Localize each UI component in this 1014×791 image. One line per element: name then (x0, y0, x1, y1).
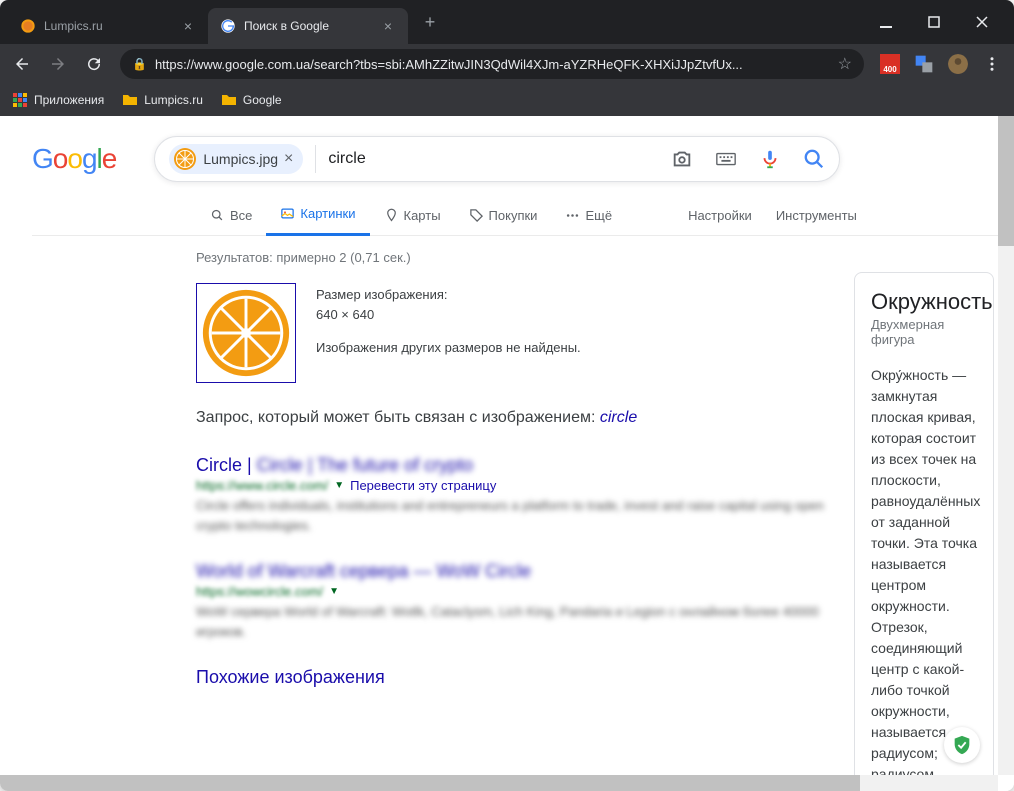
search-small-icon (210, 208, 225, 223)
similar-images-heading[interactable]: Похожие изображения (196, 667, 836, 688)
camera-icon[interactable] (671, 148, 693, 170)
close-button[interactable] (970, 10, 994, 34)
more-icon (565, 208, 580, 223)
maximize-button[interactable] (922, 10, 946, 34)
maps-icon (384, 208, 399, 223)
tab-label: Ещё (585, 208, 612, 223)
dropdown-icon[interactable]: ▼ (334, 480, 344, 491)
image-chip[interactable]: Lumpics.jpg × (169, 144, 303, 174)
url-box[interactable]: 🔒 https://www.google.com.ua/search?tbs=s… (120, 49, 864, 79)
dropdown-icon[interactable]: ▼ (329, 586, 339, 597)
apps-icon (12, 92, 28, 108)
titlebar: Lumpics.ru × Поиск в Google × + (0, 0, 1014, 44)
tab-all[interactable]: Все (196, 196, 266, 235)
google-icon (220, 18, 236, 34)
reload-button[interactable] (84, 54, 104, 74)
close-icon[interactable]: × (180, 18, 196, 34)
extension-icons: 400 (880, 54, 1002, 74)
shield-icon (951, 734, 973, 756)
search-tabs: Все Картинки Карты Покупки Ещё (196, 194, 1014, 236)
tab-label: Картинки (300, 206, 355, 221)
search-input[interactable] (328, 150, 671, 168)
search-result: World of Warcraft сервера — WoW Circle h… (196, 561, 836, 641)
new-tab-button[interactable]: + (416, 8, 444, 36)
chip-remove-icon[interactable]: × (284, 150, 293, 168)
translate-link[interactable]: Перевести эту страницу (350, 478, 496, 493)
bookmark-label: Lumpics.ru (144, 93, 203, 107)
close-icon[interactable]: × (380, 18, 396, 34)
query-term-link[interactable]: circle (600, 409, 637, 426)
vertical-scrollbar[interactable] (998, 116, 1014, 775)
bookmark-label: Google (243, 93, 282, 107)
tab-shopping[interactable]: Покупки (455, 196, 552, 235)
tab-images[interactable]: Картинки (266, 194, 369, 236)
tab-label: Покупки (489, 208, 538, 223)
apps-bookmark[interactable]: Приложения (12, 92, 104, 108)
folder-icon (122, 92, 138, 108)
tab-label: Все (230, 208, 252, 223)
images-icon (280, 206, 295, 221)
search-result: Circle | Circle | The future of crypto h… (196, 455, 836, 535)
knowledge-panel: Окружность Двухмерная фигура Окру́жность… (854, 272, 994, 791)
tools-link[interactable]: Инструменты (776, 196, 857, 235)
result-url: https://www.circle.com/ (196, 478, 328, 493)
tab-label: Карты (404, 208, 441, 223)
minimize-button[interactable] (874, 10, 898, 34)
divider (315, 145, 316, 173)
search-box[interactable]: Lumpics.jpg × (154, 136, 840, 182)
query-suggestion: Запрос, который может быть связан с изоб… (196, 409, 836, 427)
settings-link[interactable]: Настройки (688, 196, 752, 235)
separator (32, 235, 1014, 236)
forward-button[interactable] (48, 54, 68, 74)
star-icon[interactable]: ☆ (838, 54, 852, 74)
no-other-sizes: Изображения других размеров не найдены. (316, 338, 581, 358)
horizontal-scrollbar[interactable] (0, 775, 998, 791)
tab-more[interactable]: Ещё (551, 196, 626, 235)
result-url: https://wowcircle.com/ (196, 584, 323, 599)
google-bookmark[interactable]: Google (221, 92, 282, 108)
tab-maps[interactable]: Карты (370, 196, 455, 235)
window-controls (874, 10, 1006, 34)
source-image-result: Размер изображения: 640 × 640 Изображени… (196, 283, 836, 383)
tab-title: Lumpics.ru (44, 19, 180, 33)
bookmark-label: Приложения (34, 93, 104, 107)
result-description: Circle offers individuals, institutions … (196, 496, 836, 535)
scrollbar-thumb[interactable] (998, 116, 1014, 246)
extension-badge[interactable]: 400 (880, 54, 900, 74)
address-bar: 🔒 https://www.google.com.ua/search?tbs=s… (0, 44, 1014, 84)
result-stats: Результатов: примерно 2 (0,71 сек.) (196, 250, 836, 265)
kp-title: Окружность (871, 289, 977, 315)
kp-subtitle: Двухмерная фигура (871, 317, 977, 347)
search-icon[interactable] (803, 148, 825, 170)
lock-icon: 🔒 (132, 57, 147, 71)
tag-icon (469, 208, 484, 223)
result-title[interactable]: Circle | Circle | The future of crypto (196, 455, 836, 476)
image-size-value: 640 × 640 (316, 305, 581, 325)
translate-extension-icon[interactable] (914, 54, 934, 74)
image-size-label: Размер изображения: (316, 285, 581, 305)
google-logo[interactable]: Google (32, 143, 116, 175)
profile-avatar[interactable] (948, 54, 968, 74)
orange-icon (173, 147, 197, 171)
chip-filename: Lumpics.jpg (203, 151, 278, 167)
source-image-thumb[interactable] (196, 283, 296, 383)
browser-tab-lumpics[interactable]: Lumpics.ru × (8, 8, 208, 44)
mic-icon[interactable] (759, 148, 781, 170)
folder-icon (221, 92, 237, 108)
orange-icon (20, 18, 36, 34)
content-area: Google Lumpics.jpg × (0, 116, 1014, 791)
result-title[interactable]: World of Warcraft сервера — WoW Circle (196, 561, 836, 582)
tab-title: Поиск в Google (244, 19, 380, 33)
bookmarks-bar: Приложения Lumpics.ru Google (0, 84, 1014, 116)
lumpics-bookmark[interactable]: Lumpics.ru (122, 92, 203, 108)
shield-badge[interactable] (944, 727, 980, 763)
back-button[interactable] (12, 54, 32, 74)
menu-button[interactable] (982, 54, 1002, 74)
keyboard-icon[interactable] (715, 148, 737, 170)
scrollbar-thumb[interactable] (0, 775, 860, 791)
query-prefix: Запрос, который может быть связан с изоб… (196, 409, 600, 426)
browser-tab-google[interactable]: Поиск в Google × (208, 8, 408, 44)
result-description: WoW сервера World of Warcraft: Wotlk, Ca… (196, 602, 836, 641)
url-text: https://www.google.com.ua/search?tbs=sbi… (155, 57, 830, 72)
